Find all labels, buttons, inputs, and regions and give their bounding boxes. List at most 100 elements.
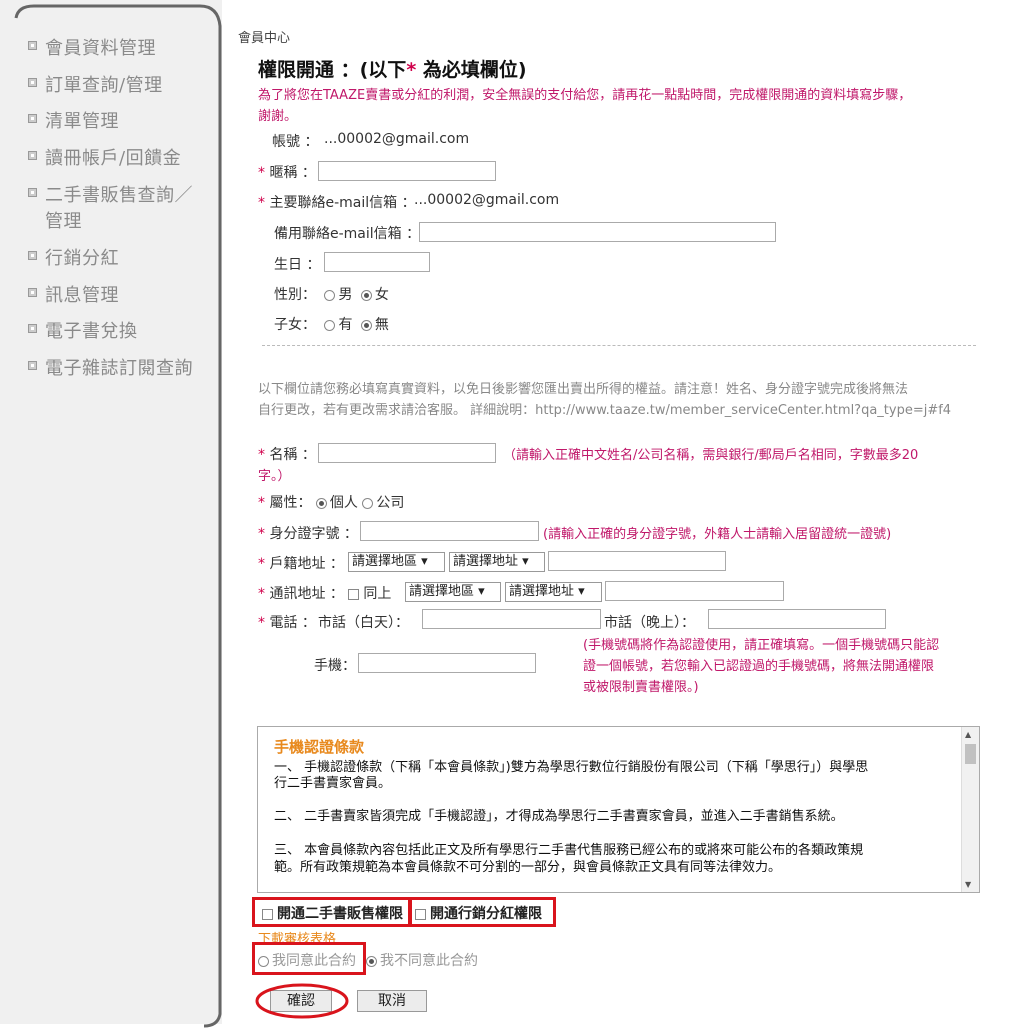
phone-hint-line3: 或被限制賣書權限。)	[583, 680, 699, 695]
bullet-icon	[28, 78, 37, 87]
sidebar-item-label: 清單管理	[45, 111, 119, 132]
sidebar-item-label: 二手書販售查詢／	[45, 185, 193, 206]
birthday-input[interactable]	[324, 252, 430, 272]
id-label: * 身分證字號 ：	[258, 526, 358, 542]
scroll-down-icon[interactable]: ▼	[965, 880, 971, 889]
day-phone-label: 市話（白天）：	[318, 615, 409, 631]
same-as-above-checkbox[interactable]	[348, 588, 360, 600]
type-label: 屬性：	[269, 495, 312, 511]
marketing-permission-checkbox[interactable]	[415, 908, 426, 920]
disagree-radio[interactable]	[366, 955, 377, 967]
page-title-suffix: 為必填欄位)	[416, 59, 527, 81]
birthday-label: 生日 ：	[274, 257, 321, 273]
name-input[interactable]	[318, 443, 496, 463]
id-hint: (請輸入正確的身分證字號，外籍人士請輸入居留證統一證號)	[543, 527, 892, 542]
mailing-address-label: 通訊地址 ：	[269, 586, 344, 602]
intro-text-line2: 謝謝。	[258, 109, 298, 124]
notice-line1: 以下欄位請您務必填寫真實資料，以免日後影響您匯出賣出所得的權益。請注意！姓名、身…	[258, 382, 909, 397]
bullet-icon	[28, 188, 37, 197]
mobile-input[interactable]	[358, 653, 536, 673]
page-title-prefix: 權限開通 ：(以下	[258, 59, 407, 81]
notice-line2: 自行更改，若有更改需求請洽客服。 詳細說明：http://www.taaze.t…	[258, 403, 952, 418]
marketing-permission-option[interactable]: 開通行銷分紅權限	[415, 903, 542, 923]
night-phone-input[interactable]	[708, 609, 886, 629]
bullet-icon	[28, 251, 37, 260]
mailing-address-field: * 通訊地址 ： 同上	[258, 586, 392, 602]
phone-hint-line1: (手機號碼將作為認證使用，請正確填寫。一個手機號碼只能認	[583, 638, 940, 653]
mailing-region-select[interactable]: 請選擇地區 ▾	[405, 582, 501, 602]
sidebar-item-label: 會員資料管理	[45, 38, 156, 59]
gender-male-radio[interactable]	[324, 289, 336, 301]
nickname-label: * 暱稱 ：	[258, 165, 316, 181]
used-book-permission-label: 開通二手書販售權限	[277, 906, 403, 922]
disagree-option[interactable]: 我不同意此合約	[366, 950, 478, 970]
agree-radio[interactable]	[258, 955, 269, 967]
children-no-label: 無	[374, 317, 389, 333]
household-address-input[interactable]	[548, 551, 726, 571]
used-book-permission-checkbox[interactable]	[262, 908, 273, 920]
cancel-button[interactable]: 取消	[357, 990, 427, 1012]
dropdown-arrow-icon: ▾	[478, 584, 485, 599]
dropdown-arrow-icon: ▾	[578, 584, 585, 599]
household-region-select[interactable]: 請選擇地區 ▾	[348, 552, 445, 572]
backup-email-label: 備用聯絡e-mail信箱 ：	[274, 226, 421, 242]
type-personal-label: 個人	[329, 495, 358, 511]
gender-label: 性別：	[274, 287, 316, 303]
sidebar-item-label: 電子雜誌訂閱查詢	[45, 358, 193, 379]
main-email-value: ...00002@gmail.com	[414, 192, 560, 208]
terms-p3-line2: 範。所有政策規範為本會員條款不可分割的一部分，與會員條款正文具有同等法律效力。	[274, 860, 782, 875]
marketing-permission-label: 開通行銷分紅權限	[430, 906, 542, 922]
household-address-select[interactable]: 請選擇地址 ▾	[449, 552, 545, 572]
dropdown-arrow-icon: ▾	[522, 554, 529, 569]
agree-option[interactable]: 我同意此合約	[258, 950, 356, 970]
children-yes-radio[interactable]	[324, 319, 336, 331]
bullet-icon	[28, 114, 37, 123]
gender-female-radio[interactable]	[360, 289, 372, 301]
terms-box[interactable]: 手機認證條款 一、 手機認證條款（下稱「本會員條款」)雙方為學思行數位行銷股份有…	[257, 726, 980, 893]
bullet-icon	[28, 151, 37, 160]
mobile-label: 手機：	[314, 658, 356, 674]
terms-title: 手機認證條款	[274, 738, 365, 756]
children-field: 子女： 有 無	[274, 314, 389, 334]
highlight-ellipse	[255, 983, 349, 1019]
scroll-thumb[interactable]	[965, 744, 976, 764]
type-company-radio[interactable]	[362, 497, 374, 509]
id-input[interactable]	[360, 521, 539, 541]
gender-field: 性別： 男 女	[274, 284, 389, 304]
scroll-up-icon[interactable]: ▲	[965, 730, 971, 739]
children-label: 子女：	[274, 317, 316, 333]
night-phone-label: 市話（晚上）：	[604, 615, 695, 631]
household-address-label: * 戶籍地址 ：	[258, 556, 344, 572]
sidebar-item-label: 行銷分紅	[45, 248, 119, 269]
gender-female-label: 女	[374, 287, 389, 303]
phone-label: * 電話 ：	[258, 615, 316, 631]
type-company-label: 公司	[376, 495, 405, 511]
backup-email-input[interactable]	[419, 222, 776, 242]
page-title: 權限開通 ：(以下* 為必填欄位)	[258, 55, 527, 82]
sidebar-item-label-line2: 管理	[45, 211, 82, 232]
used-book-permission-option[interactable]: 開通二手書販售權限	[262, 903, 403, 923]
bullet-icon	[28, 41, 37, 50]
account-value: ...00002@gmail.com	[324, 131, 470, 147]
type-personal-radio[interactable]	[315, 497, 327, 509]
name-hint-line2: 字。）	[258, 469, 291, 484]
same-as-above-label: 同上	[363, 586, 392, 602]
phone-hint-line2: 證一個帳號，若您輸入已認證過的手機號碼，將無法開通權限	[583, 659, 935, 674]
mailing-address-select[interactable]: 請選擇地址 ▾	[505, 582, 602, 602]
intro-text-line1: 為了將您在TAAZE賣書或分紅的利潤，安全無誤的支付給您，請再花一點點時間，完成…	[258, 88, 912, 103]
agree-label: 我同意此合約	[272, 953, 356, 969]
terms-p2: 二、 二手書賣家皆須完成「手機認證」，才得成為學思行二手書賣家會員，並進入二手書…	[274, 809, 844, 824]
mailing-address-input[interactable]	[605, 581, 784, 601]
bullet-icon	[28, 288, 37, 297]
terms-scrollbar[interactable]: ▲ ▼	[961, 727, 979, 892]
nickname-input[interactable]	[318, 161, 496, 181]
day-phone-input[interactable]	[422, 609, 601, 629]
main-email-label: * 主要聯絡e-mail信箱 ：	[258, 195, 416, 211]
bullet-icon	[28, 324, 37, 333]
breadcrumb: 會員中心	[238, 31, 291, 46]
name-hint-line1: （請輸入正確中文姓名/公司名稱，需與銀行/郵局戶名相同，字數最多20	[503, 448, 919, 463]
gender-male-label: 男	[338, 287, 353, 303]
divider	[262, 345, 976, 346]
children-no-radio[interactable]	[360, 319, 372, 331]
children-yes-label: 有	[338, 317, 353, 333]
